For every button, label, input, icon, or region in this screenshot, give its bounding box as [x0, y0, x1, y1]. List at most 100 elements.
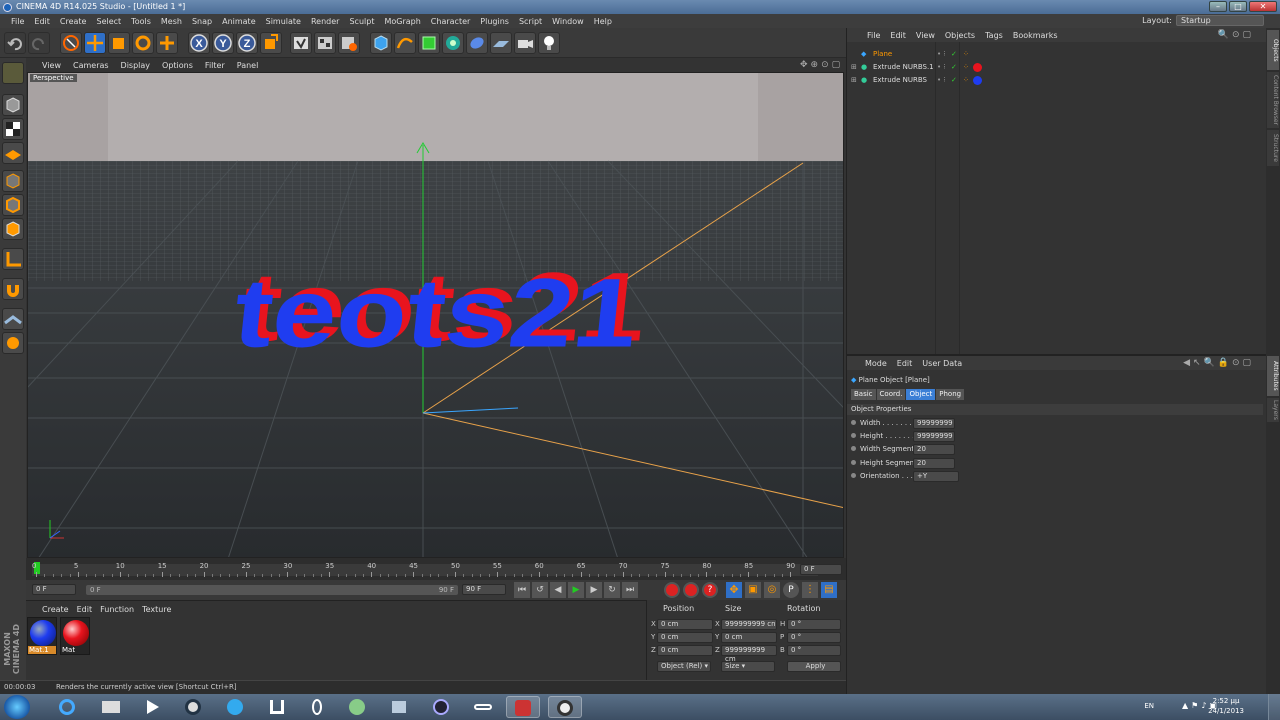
size-field[interactable]: 999999999 cm	[721, 645, 777, 663]
x-axis-lock-icon[interactable]: X	[188, 32, 210, 54]
points-mode-icon[interactable]	[2, 170, 24, 192]
edges-mode-icon[interactable]	[2, 194, 24, 216]
orientation-select[interactable]: +Y	[913, 470, 959, 482]
visibility-dots-icon[interactable]: • ⁝	[937, 61, 946, 74]
render-picture-viewer-icon[interactable]	[314, 32, 336, 54]
size-field[interactable]: 999999999 cn	[721, 619, 777, 630]
structure-side-tab[interactable]: Structure	[1267, 130, 1279, 166]
close-button[interactable]: ✕	[1249, 1, 1277, 12]
model-mode-icon[interactable]	[2, 94, 24, 116]
snapping-icon[interactable]	[2, 308, 24, 330]
show-desktop-button[interactable]	[1268, 694, 1280, 720]
attribute-manager-tools[interactable]: ◀↖🔍🔒⊙▢	[1183, 358, 1254, 368]
y-axis-lock-icon[interactable]: Y	[212, 32, 234, 54]
app-icon-11[interactable]	[466, 696, 500, 718]
attribute-tab[interactable]: Basic	[851, 389, 876, 400]
polygons-mode-icon[interactable]	[2, 218, 24, 240]
attribute-tab[interactable]: Phong	[936, 389, 965, 400]
maximize-button[interactable]: □	[1229, 1, 1247, 12]
menu-item[interactable]: File	[6, 17, 29, 26]
app-icon-10[interactable]	[424, 696, 458, 718]
live-selection-icon[interactable]	[60, 32, 82, 54]
preview-range-slider[interactable]: 0 F 90 F	[86, 585, 458, 595]
rotation-field[interactable]: 0 °	[787, 645, 841, 656]
language-indicator[interactable]: EN	[1144, 702, 1154, 710]
start-orb-icon[interactable]	[4, 695, 30, 719]
expand-icon[interactable]: ⊞	[851, 74, 857, 87]
animate-dot-icon[interactable]	[851, 446, 856, 452]
menu-item[interactable]: Select	[91, 17, 126, 26]
perspective-viewport[interactable]: teots21 teots21	[27, 72, 844, 558]
menu-item[interactable]: Snap	[187, 17, 217, 26]
visibility-dots-icon[interactable]: • ⁝	[937, 74, 946, 87]
menu-item[interactable]: Help	[589, 17, 617, 26]
render-view-icon[interactable]	[290, 32, 312, 54]
rotation-field[interactable]: 0 °	[787, 619, 841, 630]
attribute-menu-item[interactable]: User Data	[922, 359, 962, 368]
end-frame-field[interactable]: 90 F	[462, 584, 506, 595]
material-menu-item[interactable]: Edit	[77, 605, 93, 614]
enabled-check-icon[interactable]: ✓	[951, 48, 957, 61]
menu-item[interactable]: Animate	[217, 17, 261, 26]
object-menu-item[interactable]: Bookmarks	[1013, 31, 1058, 40]
redo-icon[interactable]	[28, 32, 50, 54]
tweak-mode-icon[interactable]	[2, 278, 24, 300]
material-menu-item[interactable]: Function	[100, 605, 134, 614]
sculpt-icon[interactable]	[2, 332, 24, 354]
keyframe-selection-icon[interactable]: ?	[702, 582, 718, 598]
light-icon[interactable]	[538, 32, 560, 54]
animate-dot-icon[interactable]	[851, 433, 856, 439]
workplane-mode-icon[interactable]	[2, 142, 24, 164]
object-row[interactable]: ⊞ ● Extrude NURBS • ⁝ ✓ ⁘	[847, 74, 1267, 87]
texture-mode-icon[interactable]	[2, 118, 24, 140]
next-frame-icon[interactable]: ▶	[586, 582, 602, 598]
attribute-menu-item[interactable]: Edit	[897, 359, 913, 368]
media-player-icon[interactable]	[136, 696, 170, 718]
menu-item[interactable]: Render	[306, 17, 344, 26]
menu-item[interactable]: Window	[547, 17, 589, 26]
go-to-end-icon[interactable]: ⏭	[622, 582, 638, 598]
viewport-menu-item[interactable]: View	[42, 61, 61, 70]
menu-item[interactable]: MoGraph	[379, 17, 425, 26]
key-pla-icon[interactable]: ⋮	[802, 582, 818, 598]
object-manager-tools[interactable]: 🔍⊙▢	[1218, 30, 1254, 40]
object-row[interactable]: ◆ Plane • ⁝ ✓ ⁘	[847, 48, 1267, 61]
viewport-nav-icons[interactable]: ✥⊕⊙▢	[800, 60, 843, 70]
cube-icon[interactable]	[370, 32, 392, 54]
menu-item[interactable]: Simulate	[261, 17, 306, 26]
object-menu-item[interactable]: File	[867, 31, 880, 40]
previous-frame-icon[interactable]: ◀	[550, 582, 566, 598]
viewport-menu-item[interactable]: Cameras	[73, 61, 109, 70]
previous-key-icon[interactable]: ↺	[532, 582, 548, 598]
property-value-field[interactable]: 20	[913, 444, 955, 456]
cinema4d-icon[interactable]	[548, 696, 582, 718]
menu-item[interactable]: Edit	[29, 17, 55, 26]
floor-icon[interactable]	[490, 32, 512, 54]
camera-icon[interactable]	[514, 32, 536, 54]
animate-dot-icon[interactable]	[851, 420, 856, 425]
add-icon[interactable]	[156, 32, 178, 54]
enabled-check-icon[interactable]: ✓	[951, 61, 957, 74]
deformer-icon[interactable]	[466, 32, 488, 54]
position-field[interactable]: 0 cm	[657, 645, 713, 656]
material-swatch[interactable]: Mat.1	[27, 617, 57, 655]
attribute-tab[interactable]: Object	[906, 389, 936, 400]
menu-item[interactable]: Character	[426, 17, 476, 26]
material-menu-item[interactable]: Texture	[142, 605, 171, 614]
phong-tag-icon[interactable]: ⁘	[963, 48, 969, 61]
key-position-icon[interactable]: ✥	[726, 582, 742, 598]
object-menu-item[interactable]: Tags	[985, 31, 1003, 40]
key-rotation-icon[interactable]: ◎	[764, 582, 780, 598]
timeline-window-icon[interactable]: ▤	[821, 582, 837, 598]
app-icon-4[interactable]	[176, 696, 210, 718]
layers-side-tab[interactable]: Layers	[1267, 398, 1279, 422]
attribute-tab[interactable]: Coord.	[876, 389, 906, 400]
app-icon-8[interactable]	[340, 696, 374, 718]
timeline-ruler[interactable]: 0 5 10 15 20 25 30 35 40 45 50 55 60 65 70 75 80 85 90 0 F	[26, 558, 846, 580]
app-icon-5[interactable]	[218, 696, 252, 718]
size-mode-select[interactable]: Size ▾	[721, 661, 775, 672]
system-clock[interactable]: 2:52 μμ 24/1/2013	[1208, 696, 1244, 716]
next-key-icon[interactable]: ↻	[604, 582, 620, 598]
material-swatch[interactable]: Mat	[60, 617, 90, 655]
start-frame-field[interactable]: 0 F	[32, 584, 76, 595]
